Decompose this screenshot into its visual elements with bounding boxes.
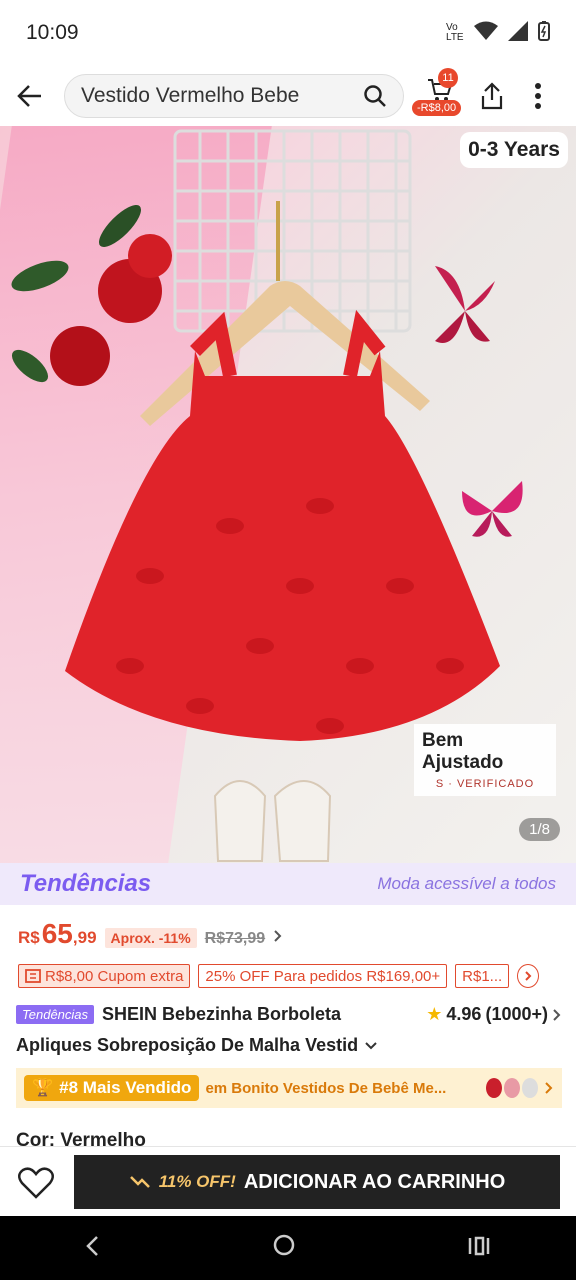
search-icon[interactable] xyxy=(363,84,387,108)
coupon-extra[interactable]: R$8,00 Cupom extra xyxy=(18,964,191,988)
chevron-left-icon xyxy=(86,1235,99,1256)
wifi-icon xyxy=(474,21,498,46)
trend-down-icon xyxy=(129,1176,150,1188)
coupon-more[interactable]: R$1... xyxy=(455,964,510,988)
more-options-button[interactable] xyxy=(518,76,558,116)
product-thumbnails xyxy=(486,1078,538,1098)
coupons-expand-button[interactable] xyxy=(517,964,540,988)
nav-home-button[interactable] xyxy=(272,1233,296,1264)
fit-verified-label: S · VERIFICADO xyxy=(435,778,535,790)
share-icon xyxy=(481,82,503,110)
product-image-gallery[interactable]: 0-3 Years Bem Ajustado S · VERIFICADO 1/… xyxy=(0,126,576,863)
signal-icon xyxy=(508,20,528,46)
status-icons: Vo LTE xyxy=(446,20,550,46)
product-name-line1: SHEIN Bebezinha Borboleta xyxy=(102,1004,342,1024)
add-to-cart-discount: 11% OFF! xyxy=(158,1172,236,1191)
back-button[interactable] xyxy=(0,66,60,126)
arrow-left-icon xyxy=(17,85,41,107)
battery-icon xyxy=(538,20,550,46)
home-circle-icon xyxy=(273,1234,295,1255)
share-button[interactable] xyxy=(472,76,512,116)
discount-badge: Aprox. -11% xyxy=(104,928,197,948)
age-range-badge: 0-3 Years xyxy=(460,132,568,168)
trends-logo: Tendências xyxy=(20,870,152,897)
chevron-right-icon xyxy=(525,971,532,981)
color-selector-label[interactable]: Cor: Vermelho xyxy=(16,1130,146,1146)
system-nav-bar xyxy=(0,1216,576,1280)
price-value: 65,99 xyxy=(41,918,97,949)
wishlist-button[interactable] xyxy=(16,1163,56,1203)
recents-icon xyxy=(468,1236,489,1255)
product-title-block: Tendências SHEIN Bebezinha Borboleta ★ 4… xyxy=(16,1004,562,1056)
trophy-icon: 🏆 xyxy=(32,1078,54,1097)
add-to-cart-button[interactable]: 11% OFF! ADICIONAR AO CARRINHO xyxy=(74,1155,560,1209)
fit-label: Bem Ajustado xyxy=(422,730,504,773)
nav-back-button[interactable] xyxy=(85,1233,101,1264)
more-vertical-icon xyxy=(535,83,541,109)
chevron-right-icon xyxy=(553,1008,561,1021)
add-to-cart-label: ADICIONAR AO CARRINHO xyxy=(243,1170,506,1193)
image-counter: 1/8 xyxy=(519,818,560,841)
trends-tag: Tendências xyxy=(16,1005,95,1024)
best-seller-banner[interactable]: 🏆 #8 Mais Vendido em Bonito Vestidos De … xyxy=(16,1068,562,1108)
bottom-action-bar: 11% OFF! ADICIONAR AO CARRINHO xyxy=(0,1146,576,1216)
price-currency: R$ xyxy=(18,928,40,947)
coupon-row[interactable]: R$8,00 Cupom extra 25% OFF Para pedidos … xyxy=(18,964,564,988)
trends-tagline: Moda acessível a todos xyxy=(377,874,556,893)
trends-banner[interactable]: Tendências Moda acessível a todos xyxy=(0,863,576,905)
best-seller-category: em Bonito Vestidos De Bebê Me... xyxy=(205,1079,447,1097)
search-text: Vestido Vermelho Bebe xyxy=(81,84,300,107)
clock: 10:09 xyxy=(26,21,79,44)
price-row[interactable]: R$ 65,99 Aprox. -11% R$73,99 xyxy=(18,918,283,958)
chevron-right-icon xyxy=(545,1082,553,1094)
top-bar: Vestido Vermelho Bebe 11 -R$8,00 xyxy=(0,66,576,126)
original-price: R$73,99 xyxy=(204,930,266,947)
cart-discount-badge: -R$8,00 xyxy=(412,100,462,116)
cart-button[interactable]: 11 -R$8,00 xyxy=(412,68,468,122)
chevron-down-icon xyxy=(365,1041,377,1049)
product-name-line2: Apliques Sobreposição De Malha Vestid xyxy=(16,1035,359,1055)
rating[interactable]: ★ 4.96 (1000+) xyxy=(426,1004,562,1025)
nav-recents-button[interactable] xyxy=(467,1233,491,1264)
star-icon: ★ xyxy=(426,1004,443,1024)
best-seller-rank: 🏆 #8 Mais Vendido xyxy=(24,1075,200,1101)
coupon-icon xyxy=(25,969,41,983)
search-box[interactable]: Vestido Vermelho Bebe xyxy=(64,74,404,118)
heart-icon xyxy=(18,1167,54,1199)
coupon-25-off[interactable]: 25% OFF Para pedidos R$169,00+ xyxy=(198,964,448,988)
cart-count-badge: 11 xyxy=(438,68,458,88)
status-bar: 10:09 Vo LTE xyxy=(0,0,576,66)
chevron-right-icon xyxy=(274,930,282,942)
fit-badge: Bem Ajustado S · VERIFICADO xyxy=(414,724,556,796)
product-name-line2-row[interactable]: Apliques Sobreposição De Malha Vestid xyxy=(16,1035,562,1056)
volte-icon: Vo LTE xyxy=(446,22,464,43)
